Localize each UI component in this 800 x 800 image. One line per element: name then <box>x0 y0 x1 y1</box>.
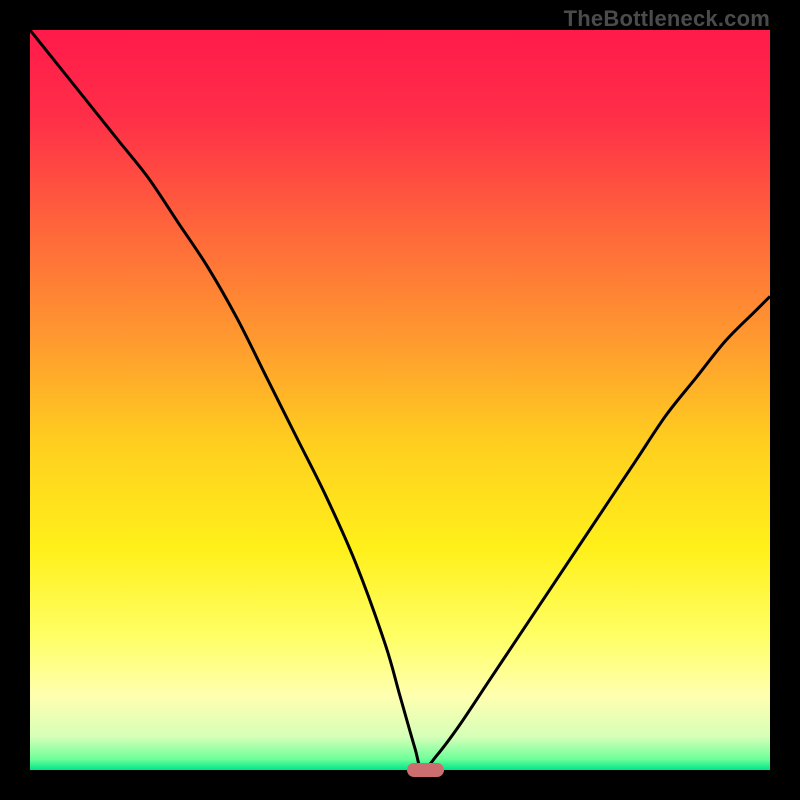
plot-area <box>30 30 770 770</box>
chart-frame: TheBottleneck.com <box>0 0 800 800</box>
watermark-text: TheBottleneck.com <box>564 6 770 32</box>
optimum-marker <box>407 763 444 777</box>
bottleneck-curve <box>30 30 770 770</box>
curve-path <box>30 30 770 770</box>
